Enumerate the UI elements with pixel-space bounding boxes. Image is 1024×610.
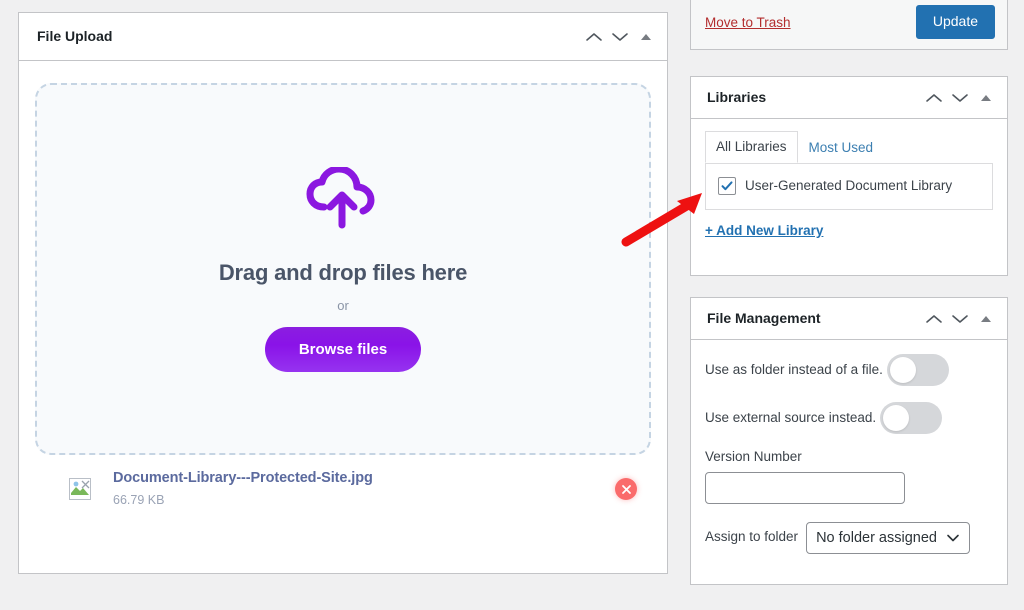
toggle-knob	[883, 405, 910, 431]
file-management-panel-header: File Management	[691, 298, 1007, 340]
collapse-panel-icon[interactable]	[973, 85, 999, 111]
triangle-up-icon	[641, 33, 651, 40]
libraries-body: All Libraries Most Used User-Generated D…	[691, 119, 1007, 240]
version-number-label: Version Number	[705, 449, 802, 464]
file-upload-panel: File Upload Drag and drop files here or …	[18, 12, 668, 574]
use-external-source-label: Use external source instead.	[705, 409, 877, 425]
move-down-icon[interactable]	[947, 85, 973, 111]
move-up-icon[interactable]	[921, 85, 947, 111]
cloud-upload-icon	[306, 165, 380, 234]
libraries-title: Libraries	[707, 88, 767, 105]
file-management-panel: File Management Use as folder instead of…	[690, 297, 1008, 585]
list-item: User-Generated Document Library	[718, 177, 980, 196]
move-down-icon[interactable]	[607, 24, 633, 50]
move-up-icon[interactable]	[581, 24, 607, 50]
file-dropzone[interactable]: Drag and drop files here or Browse files	[35, 83, 651, 455]
use-external-source-row: Use external source instead.	[705, 402, 993, 434]
collapse-panel-icon[interactable]	[633, 24, 659, 50]
assign-to-folder-label: Assign to folder	[705, 529, 799, 545]
file-size: 66.79 KB	[113, 492, 165, 507]
collapse-panel-icon[interactable]	[973, 306, 999, 332]
assign-to-folder-row: Assign to folder No folder assigned	[705, 521, 993, 554]
tab-all-libraries[interactable]: All Libraries	[705, 131, 798, 163]
library-label: User-Generated Document Library	[745, 177, 953, 193]
broken-image-icon	[69, 478, 91, 500]
remove-file-button[interactable]	[615, 478, 637, 500]
assign-to-folder-select[interactable]: No folder assigned	[806, 521, 970, 554]
dropzone-title: Drag and drop files here	[218, 259, 468, 285]
update-button[interactable]: Update	[915, 5, 995, 39]
file-management-panel-actions	[921, 306, 999, 332]
use-external-source-toggle[interactable]	[880, 402, 943, 434]
use-as-folder-row: Use as folder instead of a file.	[705, 354, 993, 386]
move-up-icon[interactable]	[921, 306, 947, 332]
version-number-input[interactable]	[705, 471, 905, 504]
file-management-body: Use as folder instead of a file. Use ext…	[691, 340, 1007, 554]
libraries-panel: Libraries All Libraries Most Used User-G…	[690, 76, 1008, 276]
file-meta: Document-Library---Protected-Site.jpg 66…	[113, 468, 615, 510]
libraries-list: User-Generated Document Library	[705, 162, 993, 210]
file-upload-body: Drag and drop files here or Browse files…	[19, 61, 667, 573]
publish-actions-panel: Move to Trash Update	[690, 0, 1008, 50]
uploaded-file-row: Document-Library---Protected-Site.jpg 66…	[35, 455, 651, 523]
file-name: Document-Library---Protected-Site.jpg	[113, 470, 373, 487]
libraries-panel-actions	[921, 85, 999, 111]
chevron-down-icon	[946, 533, 960, 543]
libraries-tabs: All Libraries Most Used	[705, 131, 993, 164]
move-to-trash-link[interactable]: Move to Trash	[705, 15, 916, 30]
file-upload-panel-header: File Upload	[19, 13, 667, 61]
tab-most-used[interactable]: Most Used	[798, 132, 885, 163]
use-as-folder-toggle[interactable]	[886, 354, 949, 386]
file-management-title: File Management	[707, 309, 821, 326]
triangle-up-icon	[981, 94, 991, 101]
assign-to-folder-value: No folder assigned	[816, 529, 937, 546]
library-checkbox[interactable]	[718, 177, 736, 196]
page-title: File Upload	[37, 27, 113, 44]
panel-actions	[581, 24, 659, 50]
browse-files-button[interactable]: Browse files	[264, 326, 422, 372]
dropzone-or-label: or	[337, 297, 349, 313]
libraries-panel-header: Libraries	[691, 77, 1007, 119]
move-down-icon[interactable]	[947, 306, 973, 332]
toggle-knob	[889, 357, 916, 383]
use-as-folder-label: Use as folder instead of a file.	[705, 361, 883, 377]
add-new-library-link[interactable]: + Add New Library	[705, 223, 823, 238]
triangle-up-icon	[981, 315, 991, 322]
